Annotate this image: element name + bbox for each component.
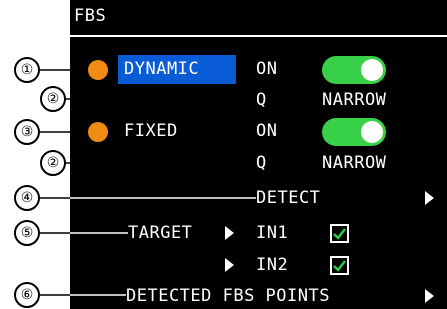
fixed-toggle[interactable] (322, 118, 386, 146)
dynamic-state: ON (256, 59, 278, 79)
callout-6: ⑥ (14, 282, 40, 308)
fixed-q-value[interactable]: NARROW (322, 155, 386, 172)
detect-label[interactable]: DETECT (256, 190, 320, 207)
callout-2b: ② (40, 150, 66, 176)
detected-points-arrow-icon[interactable] (425, 289, 434, 303)
callout-4: ④ (14, 185, 40, 211)
dynamic-toggle[interactable] (322, 56, 386, 84)
toggle-knob (361, 59, 383, 81)
target-in1-arrow-icon (225, 226, 234, 240)
target-in2-label: IN2 (256, 255, 289, 275)
target-in1-label: IN1 (256, 223, 289, 243)
target-label: TARGET (128, 223, 193, 243)
toggle-knob (361, 121, 383, 143)
fixed-status-led (88, 122, 108, 142)
callout-3: ③ (14, 119, 40, 145)
fixed-label[interactable]: FIXED (124, 123, 178, 140)
checkmark-icon (333, 228, 346, 240)
detect-arrow-icon[interactable] (425, 191, 434, 205)
dynamic-q-value[interactable]: NARROW (322, 92, 386, 109)
detected-points-label[interactable]: DETECTED FBS POINTS (126, 288, 330, 305)
in1-checkbox[interactable] (330, 224, 349, 243)
fixed-q-label: Q (256, 153, 267, 173)
dynamic-q-label: Q (256, 90, 267, 110)
callout-2a: ② (40, 86, 66, 112)
callout-1: ① (14, 57, 40, 83)
dynamic-status-led (88, 60, 108, 80)
callout-5: ⑤ (14, 220, 40, 246)
target-in2-arrow-icon (225, 258, 234, 272)
dynamic-label: DYNAMIC (124, 59, 200, 79)
in2-checkbox[interactable] (330, 256, 349, 275)
fixed-state: ON (256, 121, 278, 141)
checkmark-icon (333, 260, 346, 272)
